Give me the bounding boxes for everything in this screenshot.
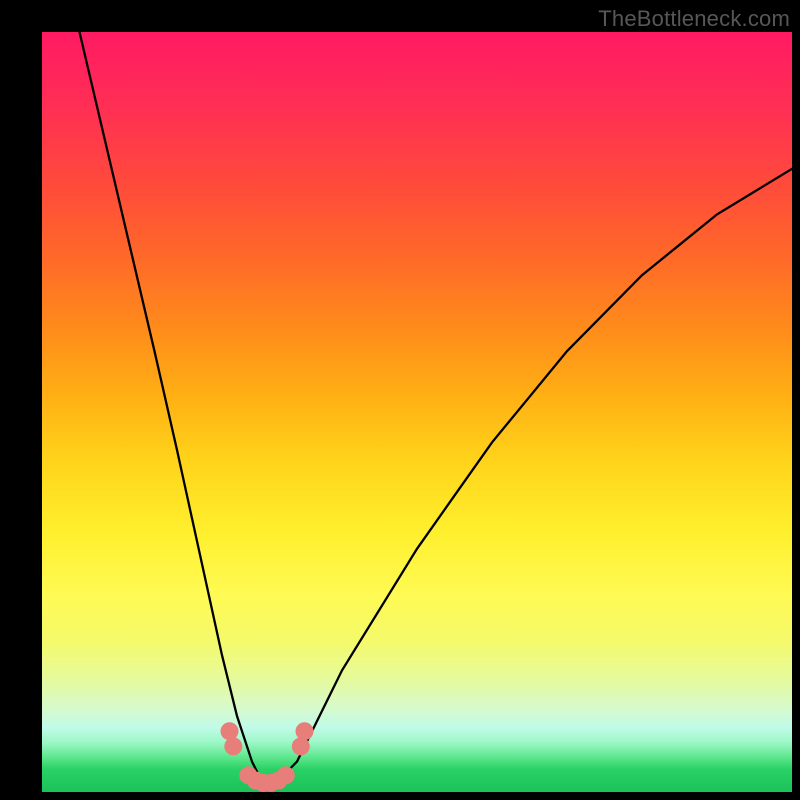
curve-marker <box>277 766 295 784</box>
curve-marker <box>292 737 310 755</box>
curve-marker <box>224 737 242 755</box>
curve-marker <box>221 722 239 740</box>
chart-svg <box>42 32 792 792</box>
chart-plot-area <box>42 32 792 792</box>
curve-marker <box>296 722 314 740</box>
chart-frame: TheBottleneck.com <box>0 0 800 800</box>
bottleneck-curve <box>80 32 793 784</box>
watermark-text: TheBottleneck.com <box>598 6 790 32</box>
